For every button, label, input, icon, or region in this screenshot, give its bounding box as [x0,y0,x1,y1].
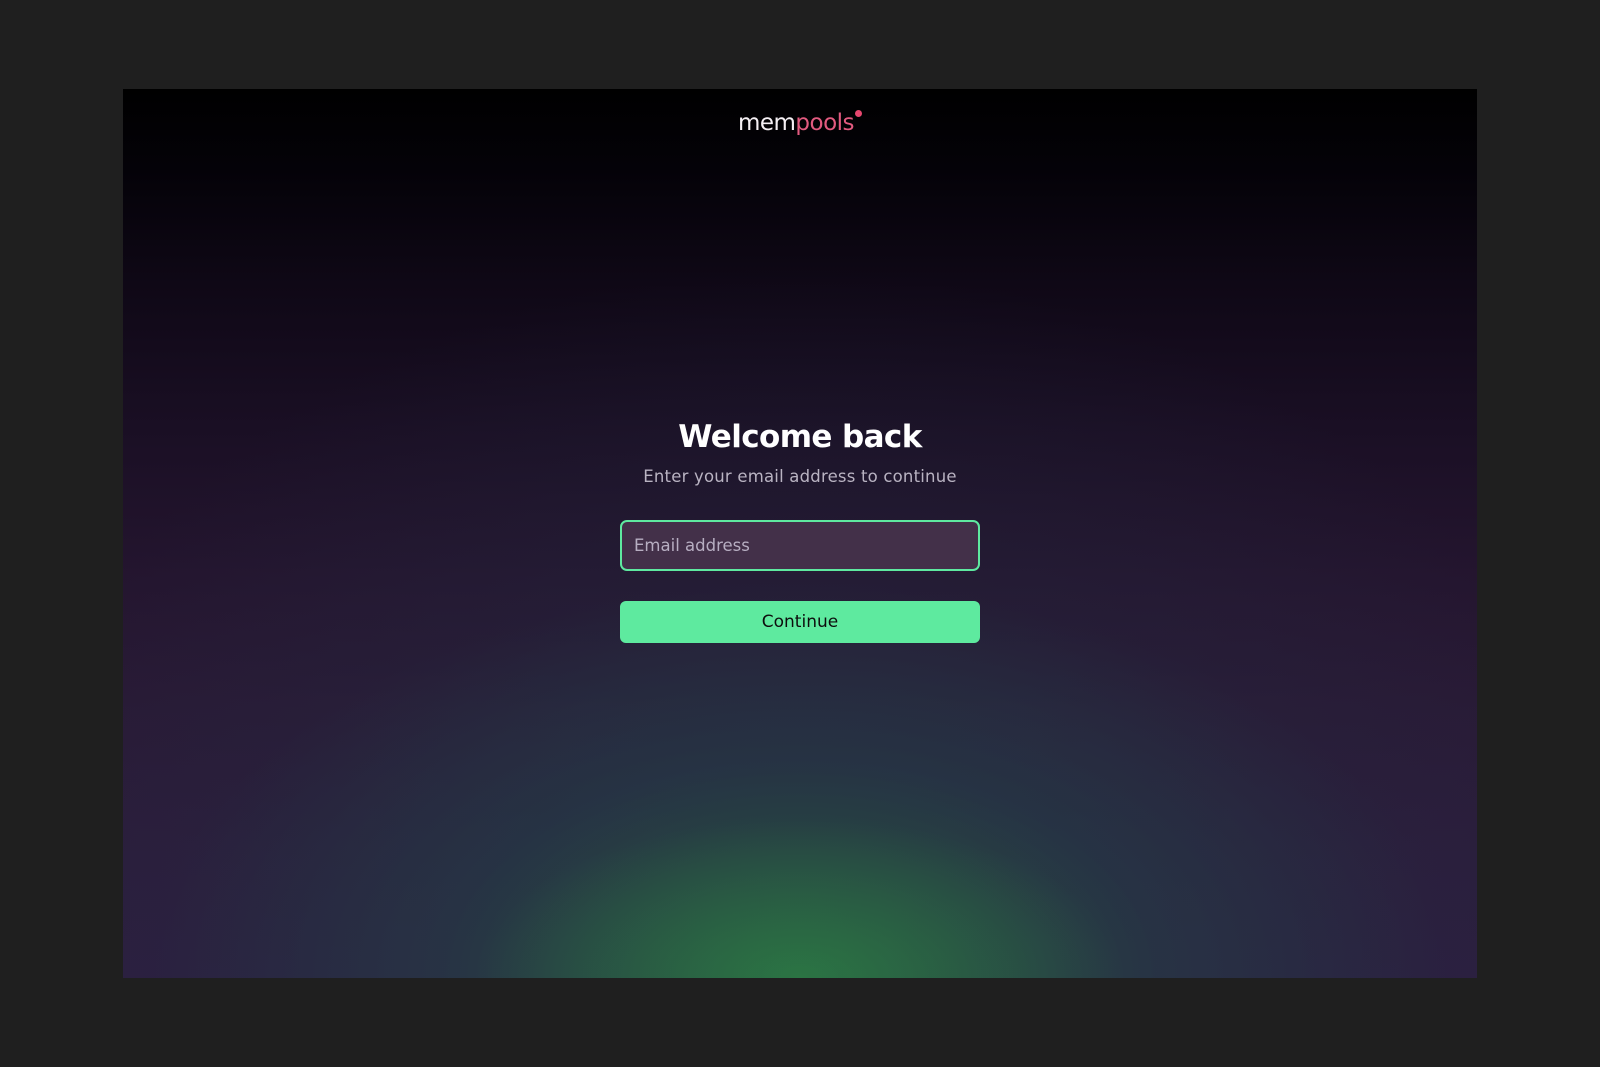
login-form: Welcome back Enter your email address to… [123,417,1477,643]
continue-button[interactable]: Continue [620,601,980,643]
brand-logo[interactable]: mempools [123,107,1477,139]
email-field[interactable] [620,520,980,571]
brand-dot-icon [855,110,863,117]
page-title: Welcome back [678,419,922,455]
brand-name-part1: mem [737,110,796,136]
login-screen: mempools Welcome back Enter your email a… [123,89,1477,978]
page-subtitle: Enter your email address to continue [643,467,957,486]
brand-name-part2: pools [795,110,855,136]
